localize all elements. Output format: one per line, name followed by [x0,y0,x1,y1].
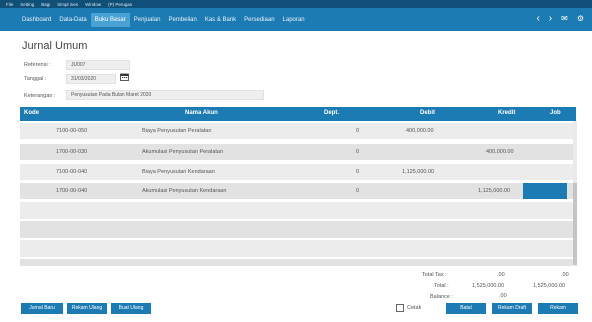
topbar-item-bagi[interactable]: Bagi [41,2,50,7]
menu-buku-besar[interactable]: Buku Besar [90,12,130,27]
keterangan-label: Keterangan : [24,93,56,99]
total-kredit: 1,525,000.00 [533,283,566,289]
keterangan-field[interactable]: Penyusutan Pada Bulan Maret 2020 [66,90,264,100]
balance-label: Balance : [430,294,453,300]
topbar-item-setting[interactable]: Setting [20,2,34,7]
referensi-field[interactable]: JU007 [66,60,130,70]
col-kode[interactable]: Kode [24,110,39,116]
table-row-empty[interactable] [20,221,576,238]
menu-pembelian[interactable]: Pembelian [164,13,200,27]
cell-kode[interactable]: 1700-00-040 [56,188,87,194]
cell-dept[interactable]: 0 [356,128,359,134]
cell-kredit[interactable]: 1,125,000.00 [478,188,510,194]
menu-penjualan[interactable]: Penjualan [130,13,165,27]
topbar-item-simpl[interactable]: Simpl ines [57,2,78,7]
tanggal-field[interactable]: 31/03/2020 [66,74,116,84]
table-row[interactable]: 1700-00-030 Akumulasi Penyusutan Peralat… [20,144,576,160]
tanggal-label: Tanggal : [24,76,47,82]
batal-button[interactable]: Batal [446,303,486,314]
mail-icon[interactable]: ✉ [561,12,568,26]
cell-debit[interactable]: 400,000.00 [406,128,434,134]
main-menu: Dashboard Data-Data Buku Besar Penjualan… [0,8,592,31]
cell-kode[interactable]: 7100-00-040 [56,169,87,175]
col-dept[interactable]: Dept. [324,110,339,116]
total-tax-label: Total Tax : [422,272,447,278]
menu-kas-bank[interactable]: Kas & Bank [201,13,240,27]
cell-kredit[interactable]: 400,000.00 [486,149,514,155]
title-bar: File Setting Bagi Simpl ines Window (P) … [0,0,592,8]
chevron-left-icon[interactable]: ‹ [536,12,539,26]
cell-kode[interactable]: 1700-00-030 [56,149,87,155]
col-job[interactable]: Job [550,110,561,116]
gear-icon[interactable]: ⚙ [577,12,584,26]
col-debit[interactable]: Debit [420,110,435,116]
menu-dashboard[interactable]: Dashboard [18,13,55,27]
total-debit: 1,525,000.00 [472,283,505,289]
topbar-item-file[interactable]: File [6,2,13,7]
referensi-label: Referensi : [24,62,51,68]
cell-dept[interactable]: 0 [356,169,359,175]
jurnal-baru-button[interactable]: Jurnal Baru [21,303,63,314]
table-header: Kode Nama Akun Dept. Debit Kredit Job [20,107,576,121]
rekam-draft-button[interactable]: Rekam Draft [492,303,532,314]
menu-persediaan[interactable]: Persediaan [240,13,278,27]
table-row-empty[interactable] [20,259,576,266]
rekam-button[interactable]: Rekam [538,303,578,314]
job-cell-selected[interactable] [523,183,567,199]
cell-nama[interactable]: Biaya Penyusutan Peralatan [142,128,211,134]
cell-nama[interactable]: Akumulasi Penyusutan Peralatan [142,149,223,155]
table-row[interactable]: 1700-00-040 Akumulasi Penyusutan Kendara… [20,183,576,199]
table-row[interactable]: 7100-00-050 Biaya Penyusutan Peralatan 0… [20,123,576,139]
menu-data-data[interactable]: Data-Data [55,13,90,27]
col-kredit[interactable]: Kredit [498,110,515,116]
menu-laporan[interactable]: Laporan [279,13,309,27]
total-tax-kredit: .00 [561,272,569,278]
total-tax-debit: .00 [497,272,505,278]
table-row[interactable]: 7100-00-040 Biaya Penyusutan Kendaraan 0… [20,164,576,180]
buat-ulang-button[interactable]: Buat Ulang [111,303,151,314]
col-nama-akun[interactable]: Nama Akun [185,110,218,116]
cell-dept[interactable]: 0 [356,149,359,155]
table-row-empty[interactable] [20,202,576,219]
rekam-ulang-button[interactable]: Rekam Ulang [67,303,107,314]
chevron-right-icon[interactable]: › [549,12,552,26]
calendar-icon[interactable] [120,73,129,81]
cell-nama[interactable]: Biaya Penyusutan Kendaraan [142,169,215,175]
cetak-checkbox[interactable] [396,304,404,312]
table-row-empty[interactable] [20,240,576,257]
balance-value: .00 [499,293,507,299]
scrollbar-thumb[interactable] [573,183,577,265]
topbar-item-window[interactable]: Window [85,2,101,7]
topbar-item-user[interactable]: (P) Perugas [108,2,132,7]
cell-kode[interactable]: 7100-00-050 [56,128,87,134]
total-label: Total : [434,283,449,289]
cell-dept[interactable]: 0 [356,188,359,194]
cetak-label: Cetak [407,305,422,311]
page-title: Jurnal Umum [22,40,88,52]
menu-nav: ‹ › ✉ ⚙ [536,12,584,26]
cell-nama[interactable]: Akumulasi Penyusutan Kendaraan [142,188,226,194]
cell-debit[interactable]: 1,125,000.00 [402,169,434,175]
